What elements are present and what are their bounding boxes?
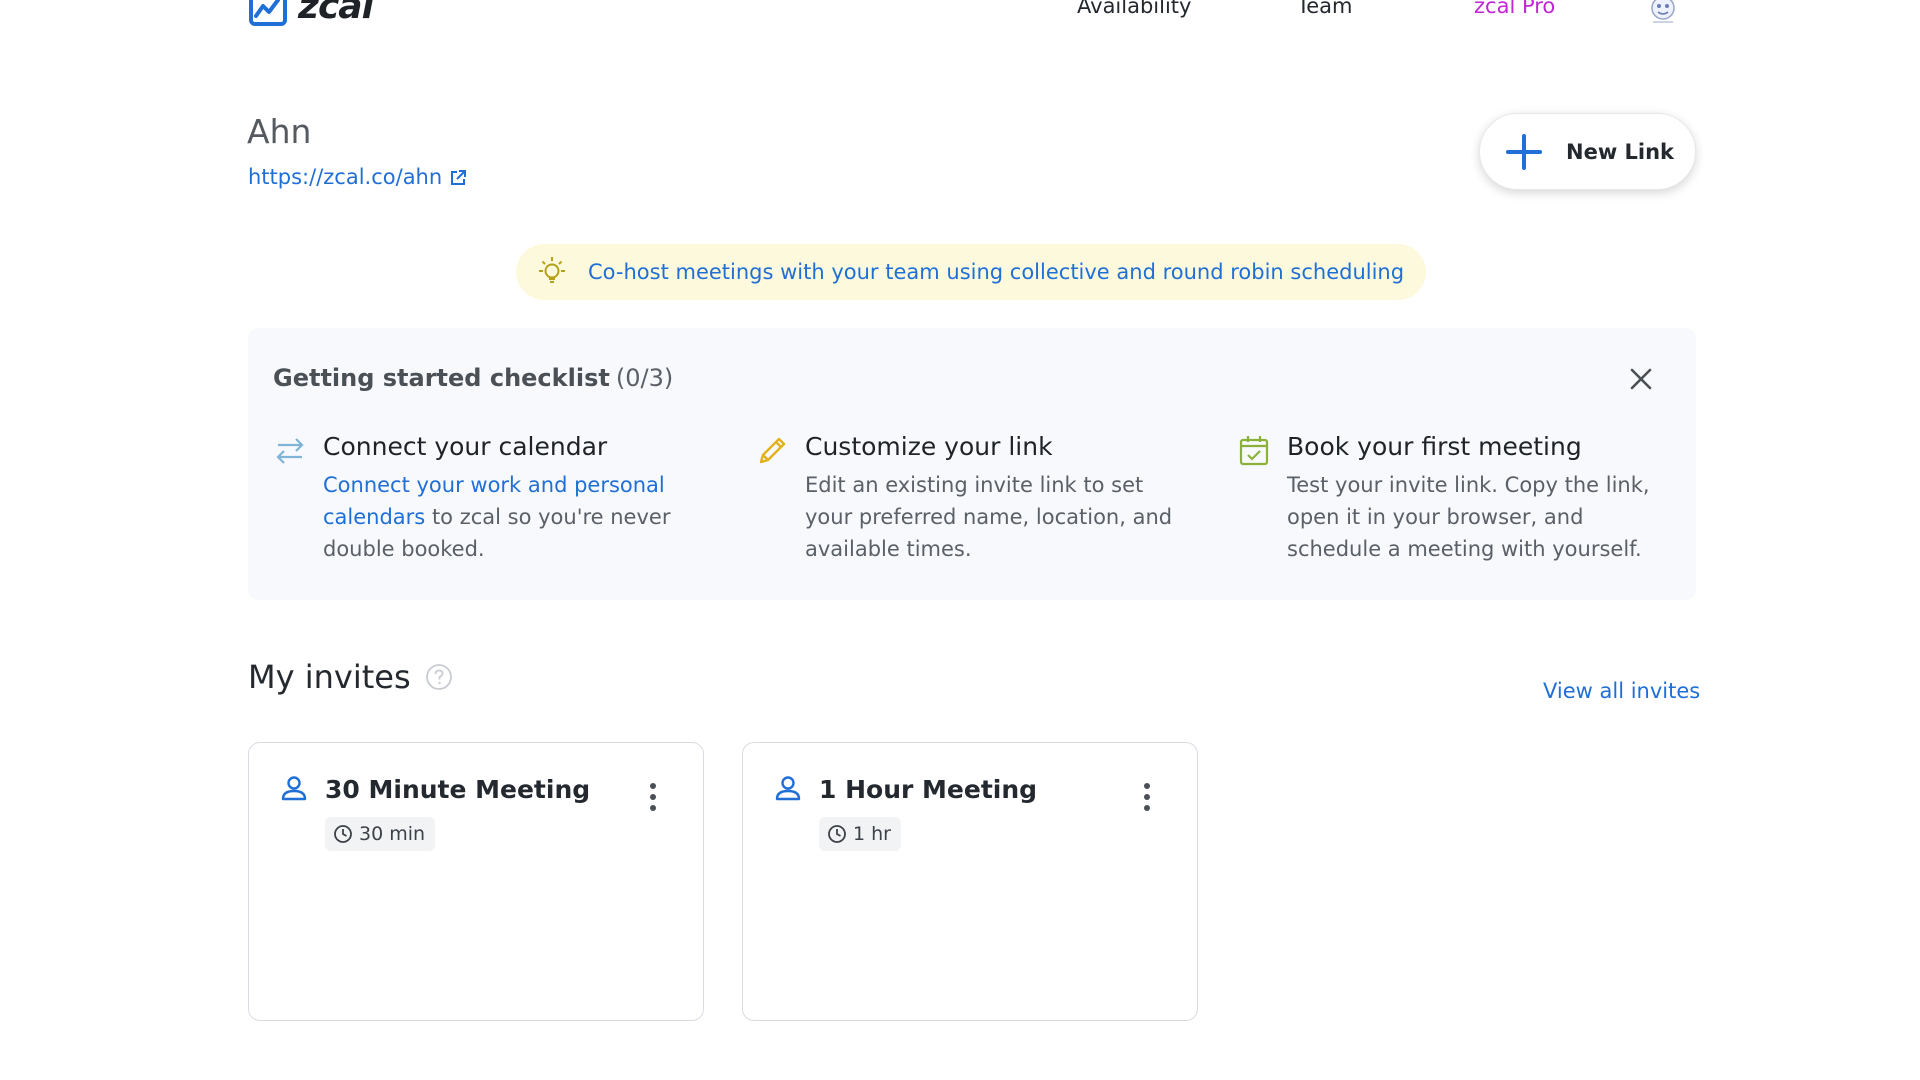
step-description: Test your invite link. Copy the link, op… <box>1287 473 1650 561</box>
top-navigation: zcal Availability Team zcal Pro <box>0 0 1920 40</box>
pencil-icon <box>759 437 786 464</box>
step-title: Connect your calendar <box>323 432 608 461</box>
clock-icon <box>828 825 846 843</box>
new-link-label: New Link <box>1566 139 1675 164</box>
step-title: Book your first meeting <box>1287 432 1582 461</box>
nav-availability[interactable]: Availability <box>1077 0 1191 17</box>
close-icon[interactable] <box>1626 364 1656 394</box>
nav-team[interactable]: Team <box>1297 0 1353 17</box>
my-invites-heading: My invites <box>248 658 453 696</box>
view-all-invites-link[interactable]: View all invites <box>1543 679 1700 703</box>
swap-arrows-icon <box>276 438 304 464</box>
my-invites-title: My invites <box>248 658 411 696</box>
clock-icon <box>334 825 352 843</box>
cohost-banner[interactable]: Co-host meetings with your team using co… <box>516 244 1426 300</box>
duration-badge: 1 hr <box>819 817 901 851</box>
person-icon <box>775 776 801 801</box>
calendar-logo-icon <box>249 0 287 26</box>
getting-started-checklist: Getting started checklist (0/3) Connect y… <box>248 328 1696 600</box>
duration-badge: 30 min <box>325 817 436 851</box>
step-title: Customize your link <box>805 432 1053 461</box>
avatar[interactable] <box>1648 0 1678 24</box>
more-vertical-icon[interactable] <box>1135 781 1159 813</box>
lightbulb-icon <box>539 257 565 283</box>
invite-title[interactable]: 30 Minute Meeting <box>325 775 590 804</box>
banner-text[interactable]: Co-host meetings with your team using co… <box>588 260 1404 284</box>
logo-text: zcal <box>298 0 374 27</box>
new-link-button[interactable]: New Link <box>1479 113 1696 190</box>
external-link-icon <box>451 169 467 185</box>
step-description: Connect your work and personal calendars… <box>323 469 713 565</box>
duration-text: 30 min <box>359 823 426 845</box>
help-circle-icon[interactable] <box>425 663 453 691</box>
person-icon <box>281 776 307 801</box>
invite-card[interactable]: 1 Hour Meeting 1 hr <box>742 742 1198 1021</box>
more-vertical-icon[interactable] <box>641 781 665 813</box>
checklist-title: Getting started checklist (0/3) <box>273 364 673 392</box>
profile-link[interactable]: https://zcal.co/ahn <box>248 165 467 190</box>
profile-name: Ahn <box>247 112 312 151</box>
checklist-title-text: Getting started checklist <box>273 364 610 392</box>
checklist-count: (0/3) <box>615 364 674 392</box>
calendar-check-icon <box>1239 436 1269 466</box>
invite-card[interactable]: 30 Minute Meeting 30 min <box>248 742 704 1021</box>
step-description: Edit an existing invite link to set your… <box>805 473 1173 561</box>
nav-zcal-pro[interactable]: zcal Pro <box>1474 0 1555 17</box>
zcal-logo[interactable]: zcal <box>248 0 374 28</box>
invite-title[interactable]: 1 Hour Meeting <box>819 775 1037 804</box>
profile-link-text[interactable]: https://zcal.co/ahn <box>248 165 442 190</box>
plus-icon <box>1506 133 1542 170</box>
duration-text: 1 hr <box>853 823 891 845</box>
